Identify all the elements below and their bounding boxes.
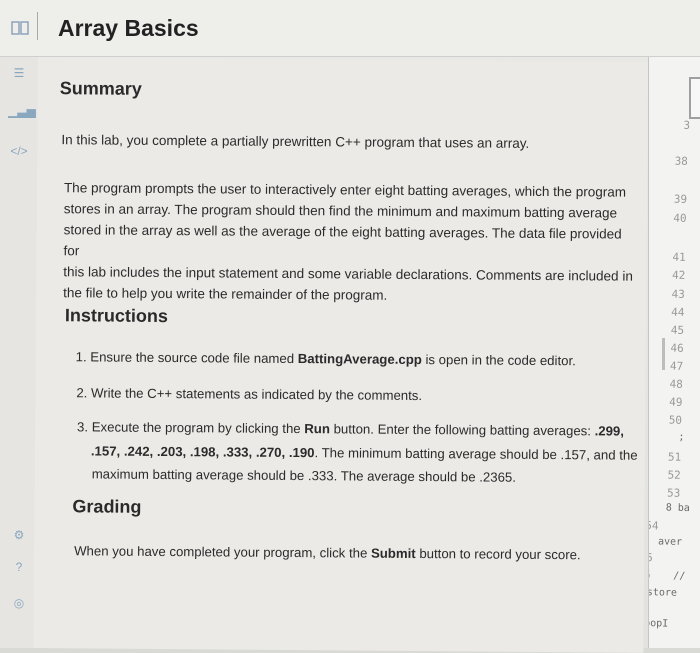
instruction-item-3-line-1: 3. Execute the program by clicking the R… [77, 417, 637, 441]
line-number: 48 [669, 378, 683, 391]
instruction-item-3-line-3: maximum batting average should be .333. … [92, 464, 652, 488]
header-divider [37, 12, 38, 40]
line-number: 55 [648, 551, 653, 564]
code-editor-strip[interactable]: 3 38 39 40 41 42 43 44 45 46 47 48 49 50… [648, 57, 700, 648]
line-number: 40 [673, 212, 687, 225]
code-fragment: 8 ba [666, 502, 690, 514]
line-number: 47 [670, 360, 684, 373]
line-number: 49 [669, 396, 683, 409]
code-fragment: store [648, 587, 677, 599]
editor-scroll: 3 38 39 40 41 42 43 44 45 46 47 48 49 50… [648, 57, 700, 648]
code-icon[interactable]: </> [8, 141, 30, 161]
line-number: 3 [683, 119, 690, 132]
page-title: Array Basics [58, 15, 199, 42]
line-number: 46 [670, 342, 684, 355]
instruction-item-3-text-1: 3. Execute the program by clicking the [77, 419, 304, 436]
grading-text-before: When you have completed your program, cl… [74, 543, 371, 560]
instruction-item-3-line-2: .157, .242, .203, .198, .333, .270, .190… [91, 441, 651, 465]
instruction-item-3-text-2: button. Enter the following batting aver… [330, 421, 595, 438]
line-number: 43 [671, 288, 685, 301]
instruction-item-2: 2. Write the C++ statements as indicated… [76, 383, 636, 407]
grading-text-after: button to record your score. [416, 546, 581, 562]
line-number: 44 [671, 306, 685, 319]
code-fragment: loopI [648, 618, 668, 630]
instruction-item-1-text-after: is open in the code editor. [422, 352, 576, 368]
line-number: 53 [667, 487, 681, 500]
line-number: 39 [674, 193, 688, 206]
help-icon[interactable]: ? [8, 557, 30, 577]
list-icon[interactable]: ☰ [8, 63, 30, 83]
line-number: 38 [674, 155, 688, 168]
book-icon [10, 20, 30, 36]
app-window: Array Basics ☰ ▁▃▅ </> ⚙ ? ◎ Summary In … [0, 0, 700, 648]
run-label: Run [304, 421, 330, 436]
instructions-panel: Summary In this lab, you complete a part… [33, 57, 648, 653]
instruction-item-3-text-3: . The minimum batting average should be … [314, 445, 637, 463]
grading-text: When you have completed your program, cl… [74, 541, 634, 565]
line-number: 42 [672, 269, 686, 282]
summary-intro: In this lab, you complete a partially pr… [61, 129, 621, 154]
instructions-heading: Instructions [65, 305, 168, 327]
chart-icon[interactable]: ▁▃▅ [8, 101, 30, 121]
source-file-name: BattingAverage.cpp [298, 351, 422, 367]
batting-average-first: .299, [595, 423, 624, 438]
instruction-item-1: 1. Ensure the source code file named Bat… [76, 347, 636, 371]
line-number: 51 [668, 451, 682, 464]
instruction-item-1-text-before: 1. Ensure the source code file named [76, 349, 298, 366]
code-fragment: ; [678, 432, 684, 443]
batting-average-list: .157, .242, .203, .198, .333, .270, .190 [91, 443, 315, 460]
line-number: 56 [648, 568, 651, 581]
code-fragment: // [673, 571, 685, 582]
submit-label: Submit [371, 546, 416, 561]
line-number: 45 [671, 324, 685, 337]
line-number: 54 [648, 519, 659, 532]
grading-heading: Grading [72, 496, 141, 518]
line-number: 50 [669, 414, 683, 427]
summary-body: The program prompts the user to interact… [63, 177, 639, 308]
line-number: 52 [667, 469, 681, 482]
line-number: 41 [672, 251, 686, 264]
tools-icon[interactable]: ⚙ [8, 525, 30, 545]
header-bar: Array Basics [0, 0, 700, 57]
summary-heading: Summary [60, 78, 142, 100]
editor-caret-marker [662, 338, 665, 370]
settings-icon[interactable]: ◎ [8, 593, 30, 613]
code-fragment: aver [658, 536, 682, 548]
